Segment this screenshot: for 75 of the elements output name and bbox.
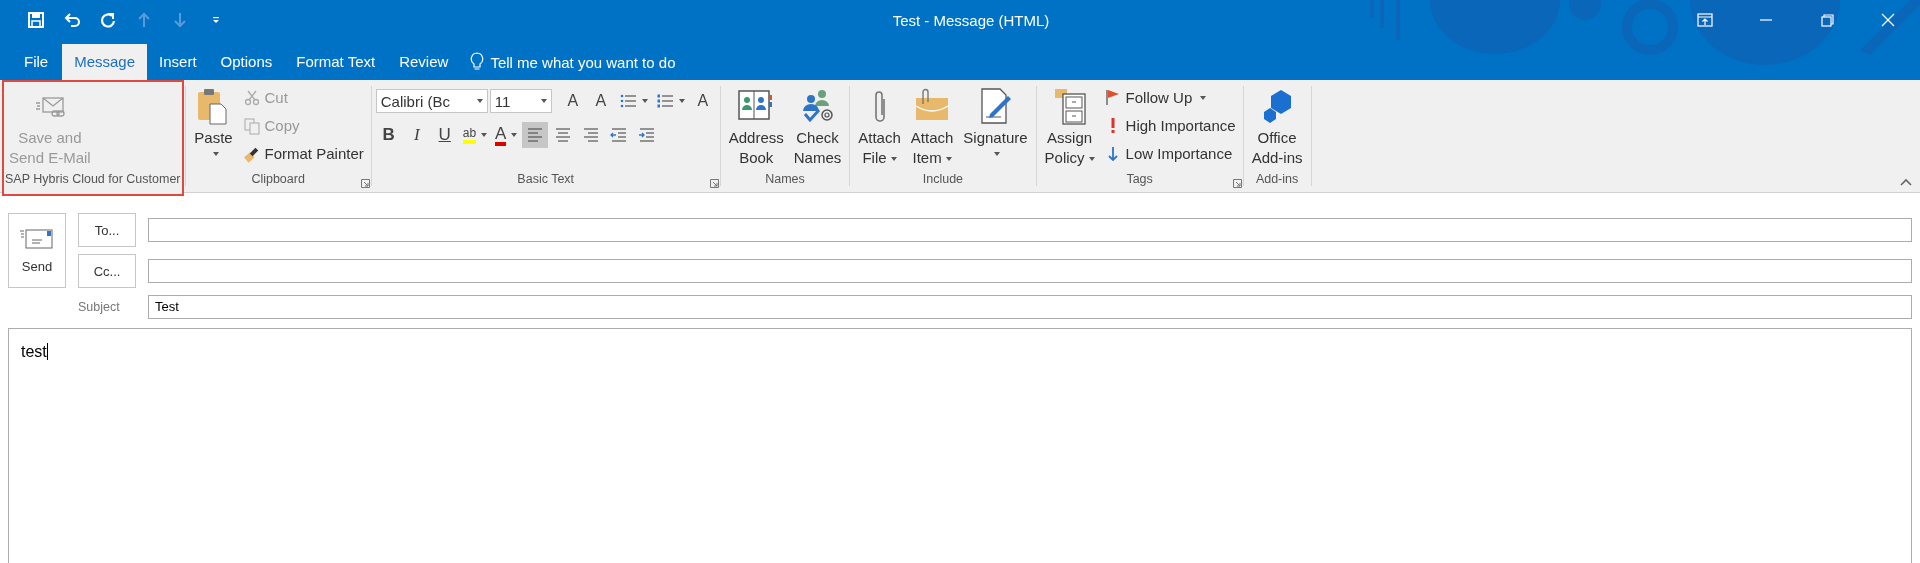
undo-icon[interactable]	[63, 11, 81, 29]
ribbon-button[interactable]: Signature	[959, 84, 1032, 170]
envelope-icon	[20, 227, 54, 251]
window-title: Test - Message (HTML)	[891, 11, 1051, 29]
cc-button[interactable]: Cc...	[78, 254, 136, 288]
ribbon-button[interactable]: Paste	[189, 84, 238, 170]
send-button[interactable]: Send	[8, 213, 66, 288]
dialog-launcher-icon[interactable]	[360, 179, 370, 188]
save-icon[interactable]	[27, 11, 45, 29]
group-label: Include	[922, 172, 964, 186]
hexagons-icon	[1262, 88, 1292, 124]
format-button[interactable]: A	[492, 122, 521, 148]
format-button[interactable]: B	[375, 122, 402, 148]
redo-icon[interactable]	[99, 11, 117, 29]
ribbon-button[interactable]: Check Names	[789, 84, 846, 170]
ribbon-small-button[interactable]: High Importance	[1100, 114, 1239, 137]
font-size-dropdown[interactable]: 11	[489, 89, 552, 113]
ribbon-tab[interactable]: Review	[387, 44, 461, 80]
format-button[interactable]: I	[403, 122, 430, 148]
ribbon-button[interactable]: Office Add-ins	[1247, 84, 1307, 170]
scissors-icon	[242, 88, 261, 107]
group-label: Clipboard	[251, 172, 305, 186]
copy-icon	[242, 116, 261, 135]
tell-me-placeholder: Tell me what you want to do	[490, 53, 676, 71]
close-icon[interactable]	[1879, 11, 1897, 29]
message-body[interactable]: test	[8, 328, 1912, 563]
restore-icon[interactable]	[1818, 11, 1836, 29]
format-button[interactable]: U	[431, 122, 458, 148]
format-button[interactable]: ab	[459, 122, 491, 148]
ribbon-button[interactable]: Attach File	[854, 84, 905, 170]
format-button[interactable]	[522, 122, 549, 148]
envelope-link-icon	[34, 95, 65, 117]
cc-field[interactable]	[148, 259, 1912, 283]
ribbon-tab[interactable]: Insert	[147, 44, 209, 80]
ribbon-options-icon[interactable]	[1696, 11, 1714, 29]
font-name-dropdown[interactable]: Calibri (Bc	[375, 89, 488, 113]
to-field[interactable]	[148, 218, 1912, 242]
collapse-ribbon-icon[interactable]	[1900, 178, 1912, 186]
format-button[interactable]: A	[559, 88, 586, 114]
dialog-launcher-icon[interactable]	[1232, 179, 1242, 188]
group-label: Tags	[1126, 172, 1153, 186]
ribbon-small-button[interactable]: Format Painter	[239, 142, 367, 165]
ribbon-button[interactable]: Attach Item	[906, 84, 958, 170]
subject-label: Subject	[78, 300, 121, 314]
outdent-icon	[610, 126, 629, 144]
ribbon-small-button[interactable]: Follow Up	[1100, 86, 1239, 109]
ribbon-button[interactable]: Address Book	[724, 84, 788, 170]
ribbon-tab[interactable]: Message	[62, 44, 148, 80]
numbering-icon	[655, 92, 674, 110]
exclamation-icon	[1110, 118, 1115, 133]
down-arrow-icon	[1107, 146, 1118, 161]
align-left-icon	[526, 126, 545, 144]
file-cabinet-icon	[1053, 87, 1086, 125]
align-center-icon	[554, 126, 573, 144]
ribbon-tab[interactable]: Format Text	[284, 44, 388, 80]
lightbulb-icon	[470, 52, 485, 72]
ribbon-button[interactable]: Assign Policy	[1040, 84, 1099, 170]
group-label: SAP Hybris Cloud for Customer	[5, 172, 181, 186]
format-button[interactable]: A	[689, 88, 716, 114]
flag-icon	[1105, 89, 1120, 106]
group-label: Basic Text	[517, 172, 575, 186]
tell-me-field[interactable]: Tell me what you want to do	[470, 44, 676, 80]
to-button[interactable]: To...	[78, 213, 136, 247]
ribbon-tab[interactable]: File	[8, 44, 63, 80]
ribbon-tab[interactable]: Options	[208, 44, 285, 80]
indent-icon	[638, 126, 657, 144]
dialog-launcher-icon[interactable]	[709, 179, 719, 188]
subject-field[interactable]: Test	[148, 295, 1912, 319]
paperclip-icon	[873, 89, 886, 123]
bullets-icon	[618, 92, 637, 110]
ribbon-small-button[interactable]: Low Importance	[1100, 142, 1239, 165]
group-label: Add-ins	[1255, 172, 1299, 186]
format-button[interactable]: A	[587, 88, 614, 114]
group-label: Names	[765, 172, 805, 186]
align-right-icon	[582, 126, 601, 144]
